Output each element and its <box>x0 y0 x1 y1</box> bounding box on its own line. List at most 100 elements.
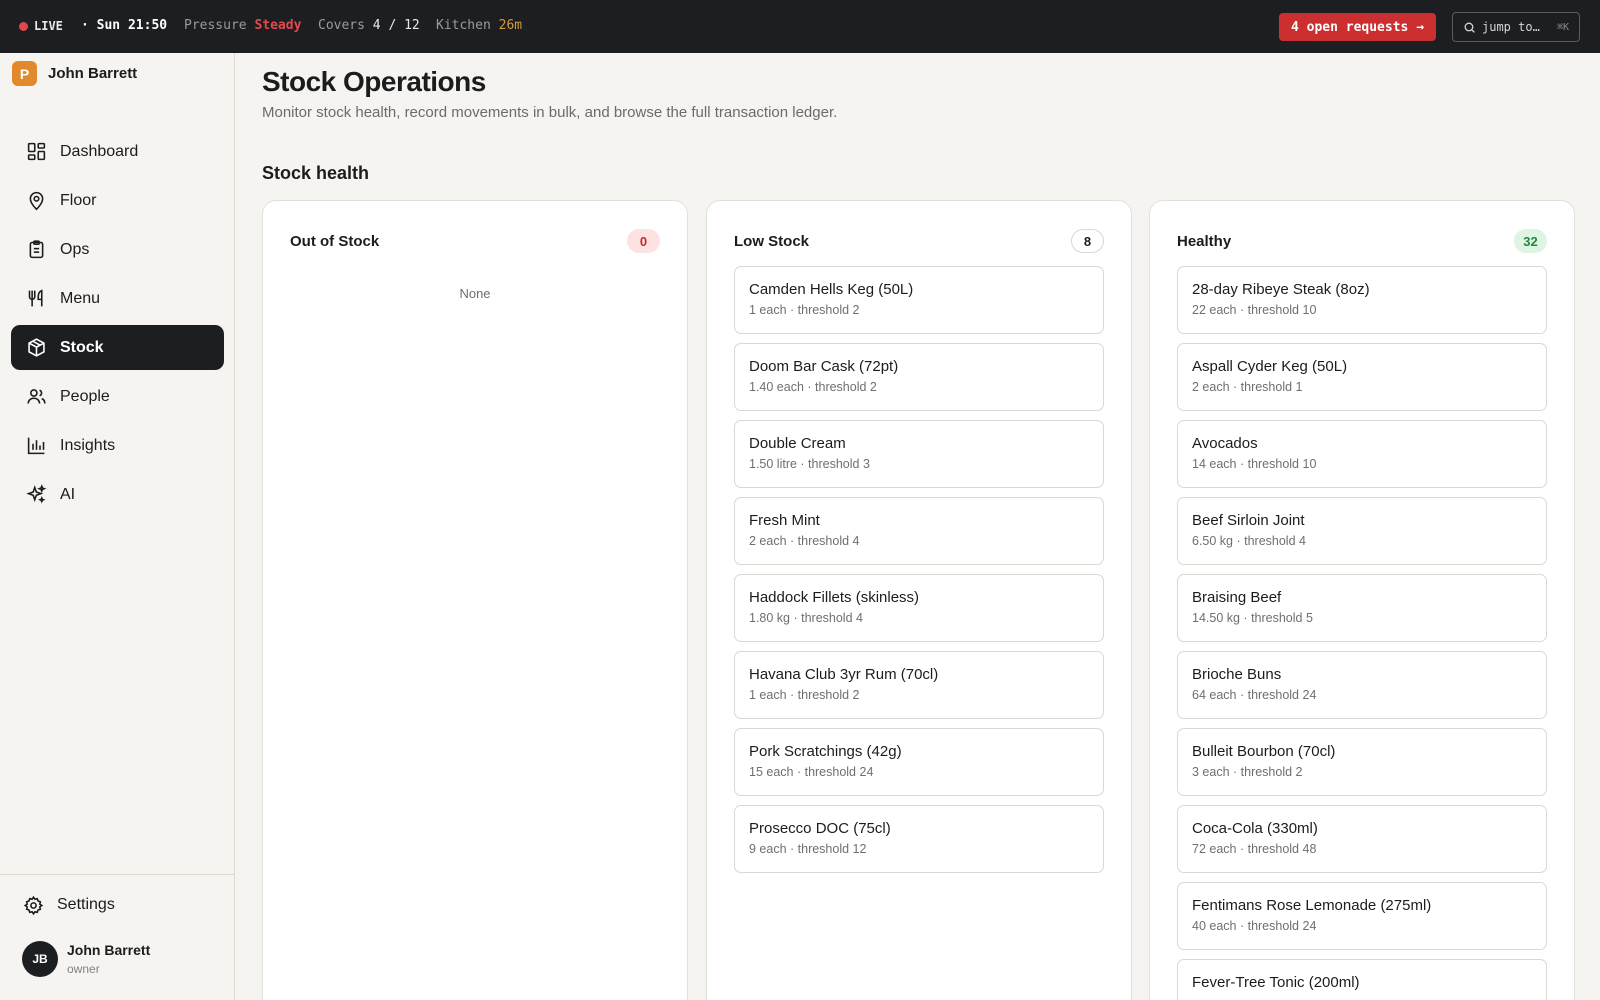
stock-item-list: 28-day Ribeye Steak (8oz) 22 each · thres… <box>1177 266 1547 1000</box>
stock-item-card[interactable]: Brioche Buns 64 each · threshold 24 <box>1177 651 1547 719</box>
stock-item-card[interactable]: Pork Scratchings (42g) 15 each · threshol… <box>734 728 1104 796</box>
stock-item-card[interactable]: Fentimans Rose Lemonade (275ml) 40 each ·… <box>1177 882 1547 950</box>
nav-label: Floor <box>60 191 97 209</box>
out-of-stock-panel: Out of Stock 0 None <box>262 200 688 1000</box>
utensils-icon <box>25 288 47 310</box>
stock-item-card[interactable]: Bulleit Bourbon (70cl) 3 each · threshold… <box>1177 728 1547 796</box>
stock-item-card[interactable]: Avocados 14 each · threshold 10 <box>1177 420 1547 488</box>
nav-label: Ops <box>60 240 90 258</box>
stock-item-card[interactable]: 28-day Ribeye Steak (8oz) 22 each · thres… <box>1177 266 1547 334</box>
sidebar: P John Barrett Dashboard Floor Ops Menu … <box>0 53 235 1000</box>
nav-label: Menu <box>60 289 101 307</box>
item-name: Avocados <box>1192 435 1258 452</box>
settings-label: Settings <box>57 896 115 913</box>
item-meta: 64 each · threshold 24 <box>1192 688 1317 702</box>
stock-item-card[interactable]: Camden Hells Keg (50L) 1 each · threshold… <box>734 266 1104 334</box>
item-name: Camden Hells Keg (50L) <box>749 281 914 298</box>
nav-item-ops[interactable]: Ops <box>11 227 224 272</box>
clipboard-icon <box>25 239 47 261</box>
jump-to-search[interactable]: jump to… ⌘K <box>1452 12 1580 42</box>
users-icon <box>25 386 47 408</box>
item-name: 28-day Ribeye Steak (8oz) <box>1192 281 1370 298</box>
panel-header: Out of Stock 0 <box>290 229 660 253</box>
nav-item-stock[interactable]: Stock <box>11 325 224 370</box>
item-name: Aspall Cyder Keg (50L) <box>1192 358 1348 375</box>
count-badge: 8 <box>1071 229 1104 253</box>
stock-item-card[interactable]: Prosecco DOC (75cl) 9 each · threshold 12 <box>734 805 1104 873</box>
brand-logo: P <box>12 61 37 86</box>
user-name: John Barrett <box>67 942 151 958</box>
nav-item-settings[interactable]: Settings <box>22 894 115 916</box>
sparkles-icon <box>25 484 47 506</box>
stock-item-card[interactable]: Aspall Cyder Keg (50L) 2 each · threshold… <box>1177 343 1547 411</box>
page-title: Stock Operations <box>262 66 486 97</box>
pressure-label: Pressure <box>184 18 247 33</box>
map-pin-icon <box>25 190 47 212</box>
item-meta: 1 each · threshold 2 <box>749 303 860 317</box>
stock-item-card[interactable]: Double Cream 1.50 litre · threshold 3 <box>734 420 1104 488</box>
item-name: Beef Sirloin Joint <box>1192 512 1305 529</box>
main-nav: Dashboard Floor Ops Menu Stock People In… <box>11 129 224 521</box>
item-name: Brioche Buns <box>1192 666 1282 683</box>
bar-chart-icon <box>25 435 47 457</box>
gear-icon <box>22 894 44 916</box>
item-meta: 1.80 kg · threshold 4 <box>749 611 863 625</box>
item-name: Braising Beef <box>1192 589 1282 606</box>
live-label: LIVE <box>34 19 63 33</box>
item-name: Fresh Mint <box>749 512 820 529</box>
brand[interactable]: P John Barrett <box>12 61 137 86</box>
pressure-status: Pressure Steady <box>184 18 301 33</box>
item-name: Double Cream <box>749 435 846 452</box>
nav-item-ai[interactable]: AI <box>11 472 224 517</box>
item-name: Havana Club 3yr Rum (70cl) <box>749 666 939 683</box>
jump-shortcut: ⌘K <box>1556 21 1569 33</box>
stock-item-list: Camden Hells Keg (50L) 1 each · threshold… <box>734 266 1104 882</box>
nav-item-people[interactable]: People <box>11 374 224 419</box>
item-name: Prosecco DOC (75cl) <box>749 820 891 837</box>
panel-title: Low Stock <box>734 232 810 250</box>
sidebar-divider <box>0 874 235 875</box>
stock-item-card[interactable]: Havana Club 3yr Rum (70cl) 1 each · thres… <box>734 651 1104 719</box>
avatar: JB <box>22 941 58 977</box>
panel-title: Healthy <box>1177 232 1232 250</box>
panel-header: Low Stock 8 <box>734 229 1104 253</box>
stock-item-card[interactable]: Fresh Mint 2 each · threshold 4 <box>734 497 1104 565</box>
item-meta: 1.50 litre · threshold 3 <box>749 457 870 471</box>
dashboard-icon <box>25 141 47 163</box>
jump-placeholder: jump to… <box>1482 20 1540 34</box>
item-name: Pork Scratchings (42g) <box>749 743 902 760</box>
item-meta: 1 each · threshold 2 <box>749 688 860 702</box>
item-meta: 2 each · threshold 1 <box>1192 380 1303 394</box>
nav-item-dashboard[interactable]: Dashboard <box>11 129 224 174</box>
healthy-stock-panel: Healthy 32 28-day Ribeye Steak (8oz) 22 e… <box>1149 200 1575 1000</box>
item-name: Haddock Fillets (skinless) <box>749 589 920 606</box>
item-meta: 22 each · threshold 10 <box>1192 303 1317 317</box>
item-meta: 72 each · threshold 48 <box>1192 842 1317 856</box>
covers-label: Covers <box>318 18 365 33</box>
pressure-value: Steady <box>254 18 302 33</box>
open-requests-button[interactable]: 4 open requests → <box>1279 13 1436 41</box>
item-meta: 3 each · threshold 2 <box>1192 765 1303 779</box>
user-profile[interactable]: JB John Barrett owner <box>22 941 150 977</box>
section-title-stock-health: Stock health <box>262 163 370 183</box>
nav-label: Insights <box>60 436 116 454</box>
item-meta: 9 each · threshold 12 <box>749 842 867 856</box>
service-time: · Sun 21:50 <box>81 18 168 33</box>
nav-label: Stock <box>60 338 104 356</box>
nav-label: AI <box>60 485 76 503</box>
nav-item-menu[interactable]: Menu <box>11 276 224 321</box>
stock-item-card[interactable]: Beef Sirloin Joint 6.50 kg · threshold 4 <box>1177 497 1547 565</box>
item-name: Doom Bar Cask (72pt) <box>749 358 899 375</box>
panel-header: Healthy 32 <box>1177 229 1547 253</box>
nav-item-floor[interactable]: Floor <box>11 178 224 223</box>
stock-item-card[interactable]: Haddock Fillets (skinless) 1.80 kg · thre… <box>734 574 1104 642</box>
stock-item-card[interactable]: Doom Bar Cask (72pt) 1.40 each · threshol… <box>734 343 1104 411</box>
kitchen-label: Kitchen <box>436 18 491 33</box>
nav-item-insights[interactable]: Insights <box>11 423 224 468</box>
stock-item-card[interactable]: Fever-Tree Tonic (200ml) <box>1177 959 1547 1000</box>
kitchen-status: Kitchen 26m <box>436 18 522 33</box>
covers-status: Covers 4 / 12 <box>318 18 420 33</box>
stock-item-card[interactable]: Coca-Cola (330ml) 72 each · threshold 48 <box>1177 805 1547 873</box>
stock-item-card[interactable]: Braising Beef 14.50 kg · threshold 5 <box>1177 574 1547 642</box>
kitchen-value: 26m <box>498 18 523 33</box>
